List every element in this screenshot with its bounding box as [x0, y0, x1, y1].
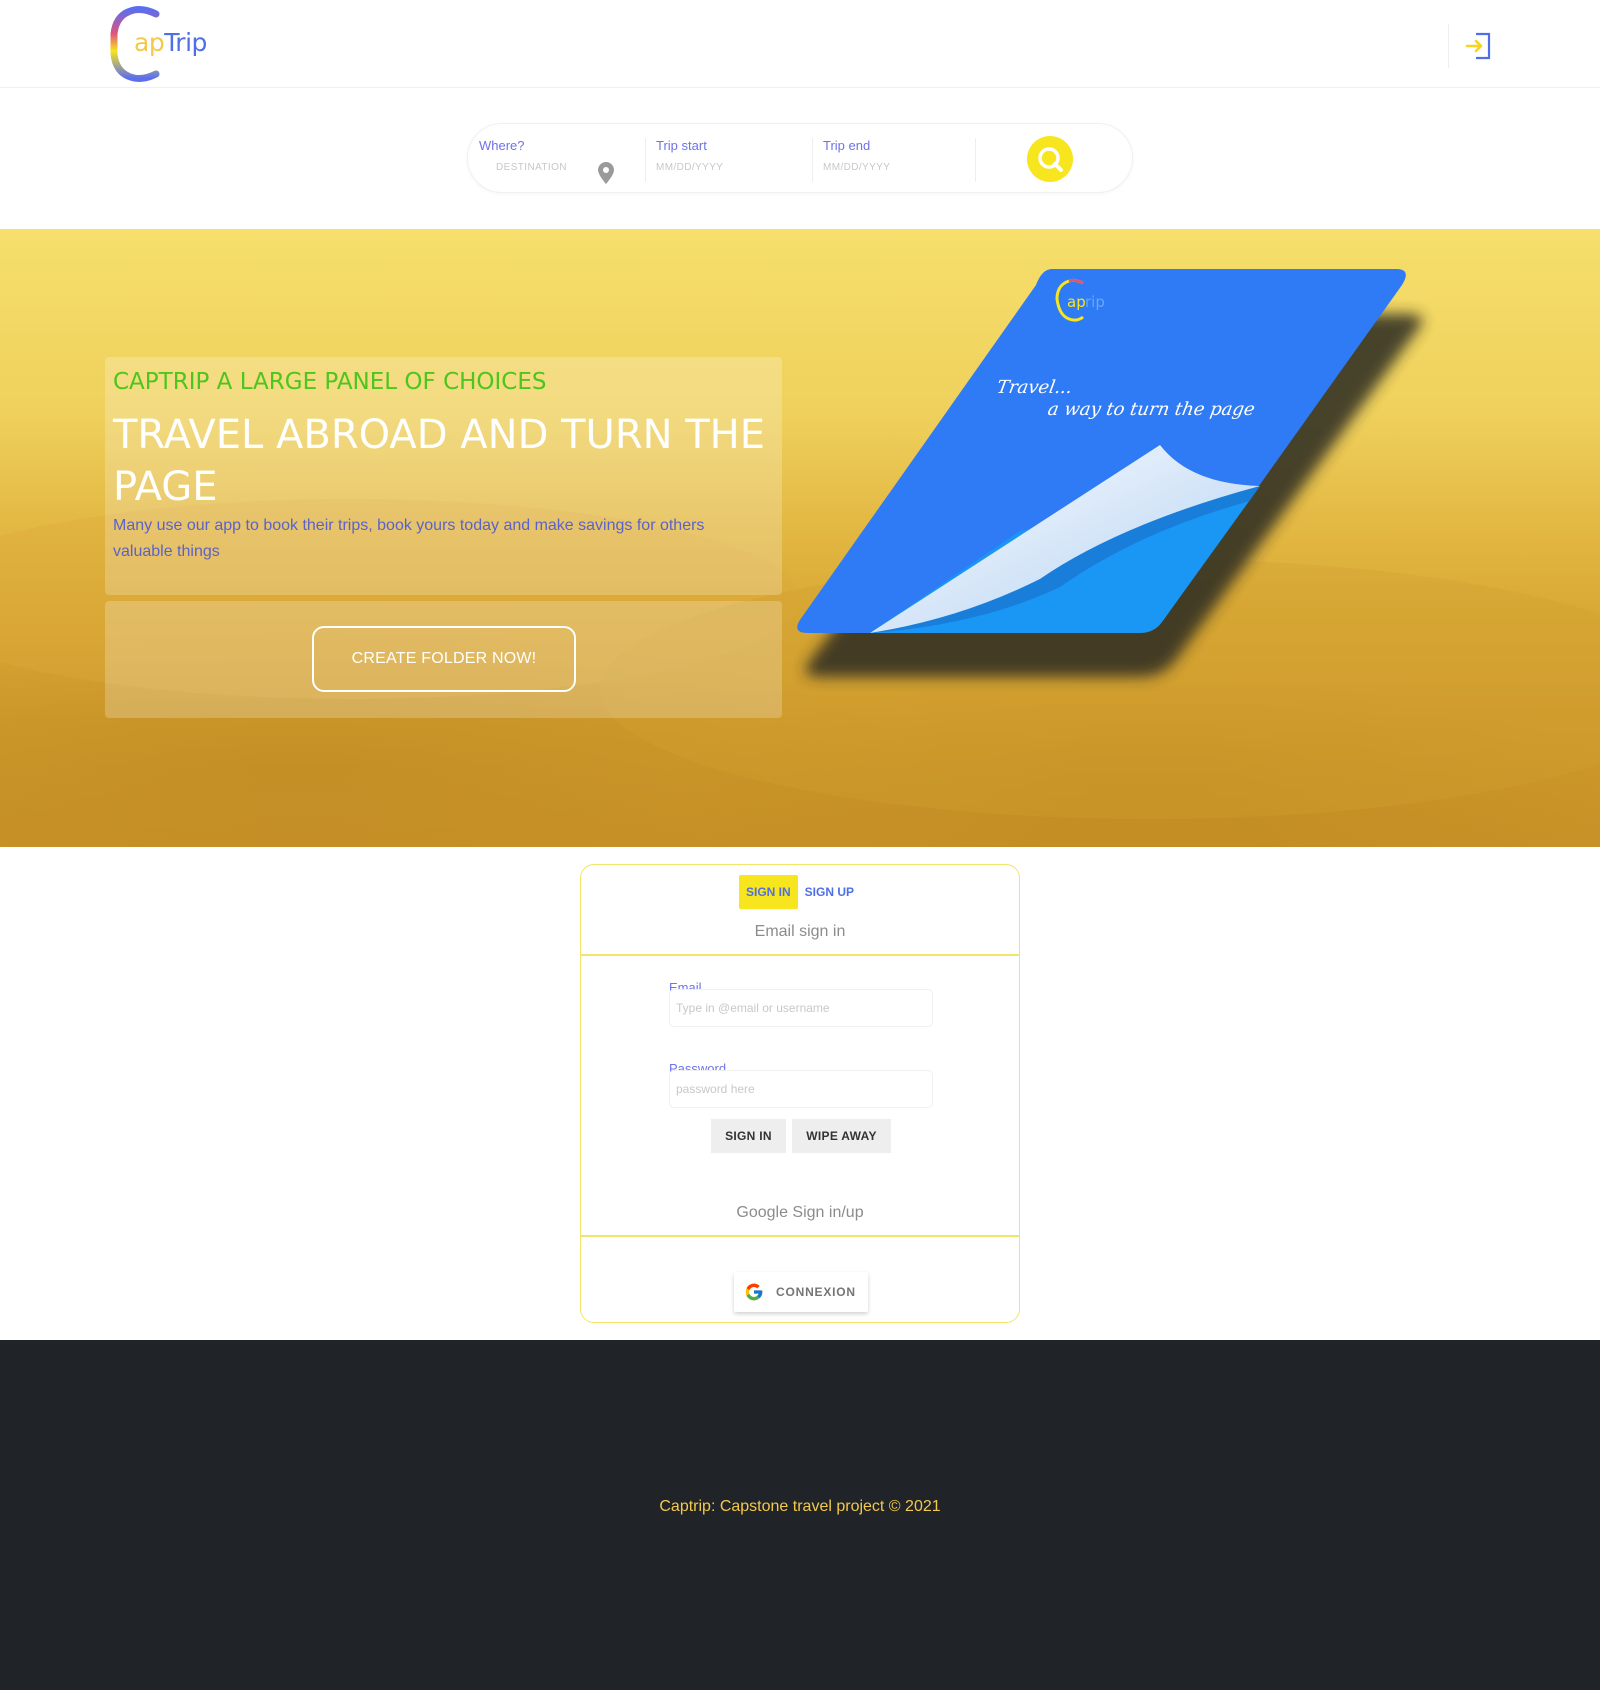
email-section-title: Email sign in — [754, 923, 846, 940]
trip-end-field[interactable]: Trip end MM/DD/YYYY — [812, 138, 976, 182]
logo-wordmark: apTrip — [134, 28, 207, 57]
site-footer: Captrip: Capstone travel project © 2021 — [0, 1340, 1600, 1690]
book-slogan-line-1: Travel... — [995, 377, 1074, 398]
trip-end-label: Trip end — [823, 138, 871, 153]
tab-sign-up[interactable]: SIGN UP — [798, 875, 861, 909]
tab-sign-in[interactable]: SIGN IN — [739, 875, 798, 909]
google-button-label: CONNEXION — [776, 1285, 856, 1299]
section-divider — [581, 1235, 1019, 1237]
trip-end-input[interactable]: MM/DD/YYYY — [823, 162, 975, 173]
trip-start-label: Trip start — [656, 138, 707, 153]
where-label: Where? — [479, 138, 525, 153]
sign-in-button[interactable]: SIGN IN — [711, 1119, 786, 1153]
hero-headline: TRAVEL ABROAD AND TURN THE PAGE — [113, 412, 766, 510]
book-logo: ap rip — [1053, 277, 1113, 329]
google-g-icon — [745, 1283, 763, 1301]
search-button[interactable] — [1027, 136, 1073, 182]
hero-text-panel: CAPTRIP A LARGE PANEL OF CHOICES TRAVEL … — [105, 357, 782, 595]
sign-in-icon[interactable] — [1448, 24, 1508, 68]
wipe-away-button[interactable]: WIPE AWAY — [792, 1119, 891, 1153]
trip-search-bar: Where? DESTINATION Trip start MM/DD/YYYY… — [467, 123, 1133, 193]
google-connexion-button[interactable]: CONNEXION — [734, 1272, 868, 1312]
password-field[interactable] — [669, 1070, 933, 1108]
copyright-text: Captrip: Capstone travel project © 2021 — [659, 1498, 941, 1515]
book-slogan-line-2: a way to turn the page — [1046, 399, 1257, 420]
section-divider — [581, 954, 1019, 956]
hero-lead: Many use our app to book their trips, bo… — [113, 517, 705, 560]
svg-text:rip: rip — [1085, 293, 1105, 311]
captrip-logo[interactable]: apTrip — [110, 6, 210, 82]
site-header: apTrip — [0, 0, 1600, 88]
hero-banner: CAPTRIP A LARGE PANEL OF CHOICES TRAVEL … — [0, 229, 1600, 847]
search-icon — [1038, 147, 1063, 172]
auth-card: SIGN IN SIGN UP Email sign in Email Pass… — [580, 864, 1020, 1323]
where-field[interactable]: Where? DESTINATION — [479, 138, 634, 184]
book-illustration: ap rip Travel... a way to turn the page — [790, 269, 1440, 699]
hero-cta-panel: CREATE FOLDER NOW! — [105, 601, 782, 718]
google-section-title: Google Sign in/up — [736, 1204, 864, 1221]
email-field[interactable] — [669, 989, 933, 1027]
map-pin-icon — [598, 162, 614, 184]
auth-tabs: SIGN IN SIGN UP — [739, 875, 861, 909]
hero-eyebrow: CAPTRIP A LARGE PANEL OF CHOICES — [113, 369, 547, 395]
trip-start-field[interactable]: Trip start MM/DD/YYYY — [645, 138, 800, 182]
svg-text:ap: ap — [1067, 293, 1086, 311]
trip-start-input[interactable]: MM/DD/YYYY — [656, 162, 800, 173]
create-folder-button[interactable]: CREATE FOLDER NOW! — [312, 626, 576, 692]
book-graphic — [797, 269, 1423, 677]
